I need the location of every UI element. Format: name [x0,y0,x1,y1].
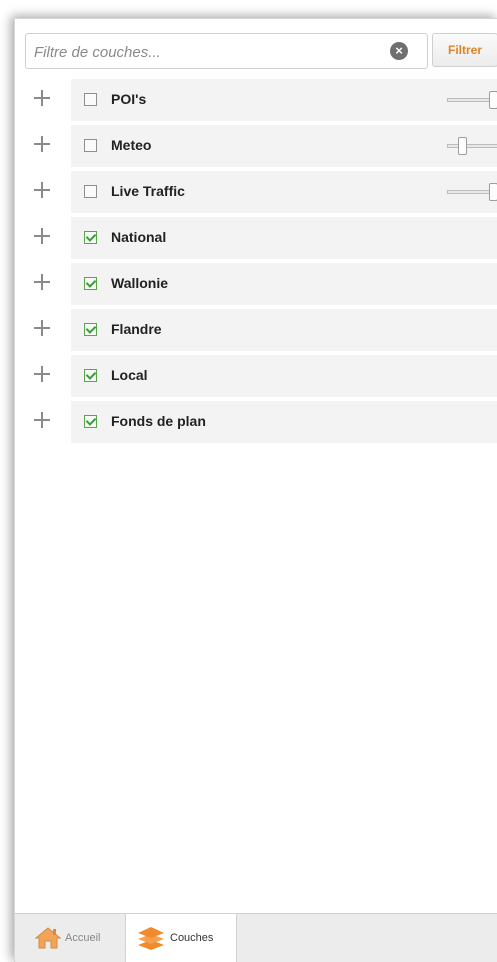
tab-accueil[interactable]: Accueil [25,914,125,962]
layer-checkbox[interactable] [84,231,97,244]
filter-bar: × Filtrer [25,33,497,69]
layer-checkbox[interactable] [84,93,97,106]
slider-thumb[interactable] [489,183,497,201]
layer-row-flandre: Flandre [15,307,497,353]
slider-thumb[interactable] [458,137,467,155]
layer-panel: × Filtrer POI's Meteo [14,18,497,962]
expand-plus-icon[interactable] [33,319,51,337]
slider-thumb[interactable] [489,91,497,109]
layer-row-wallonie: Wallonie [15,261,497,307]
filter-input[interactable] [32,40,376,64]
expand-plus-icon[interactable] [33,411,51,429]
clear-filter-icon[interactable]: × [390,42,408,60]
layer-row-pois: POI's [15,77,497,123]
bottom-tab-bar: Accueil Couches [15,913,497,962]
filter-box: × [25,33,428,69]
layer-checkbox[interactable] [84,185,97,198]
opacity-slider[interactable] [447,91,497,109]
layers-icon [138,927,164,950]
layer-row-live-traffic: Live Traffic [15,169,497,215]
layer-checkbox[interactable] [84,277,97,290]
layer-checkbox[interactable] [84,369,97,382]
layer-label: Fonds de plan [111,413,206,429]
layer-label: POI's [111,91,147,107]
layer-list: POI's Meteo Live Traffic National Wallon… [15,77,497,445]
layer-label: Meteo [111,137,152,153]
expand-plus-icon[interactable] [33,89,51,107]
layer-label: Wallonie [111,275,169,291]
expand-plus-icon[interactable] [33,227,51,245]
home-icon [35,927,61,949]
layer-label: Local [111,367,148,383]
expand-plus-icon[interactable] [33,273,51,291]
layer-checkbox[interactable] [84,139,97,152]
slider-track [447,144,497,148]
layer-label: National [111,229,167,245]
layer-row-national: National [15,215,497,261]
layer-label: Flandre [111,321,162,337]
opacity-slider[interactable] [447,183,497,201]
filter-button[interactable]: Filtrer [432,33,497,67]
tab-label: Couches [170,932,214,944]
layer-checkbox[interactable] [84,415,97,428]
layer-row-fonds-de-plan: Fonds de plan [15,399,497,445]
layer-row-local: Local [15,353,497,399]
layer-checkbox[interactable] [84,323,97,336]
expand-plus-icon[interactable] [33,181,51,199]
expand-plus-icon[interactable] [33,135,51,153]
tab-label: Accueil [65,932,101,944]
tab-couches[interactable]: Couches [125,914,237,962]
layer-label: Live Traffic [111,183,185,199]
expand-plus-icon[interactable] [33,365,51,383]
layer-row-meteo: Meteo [15,123,497,169]
opacity-slider[interactable] [447,137,497,155]
